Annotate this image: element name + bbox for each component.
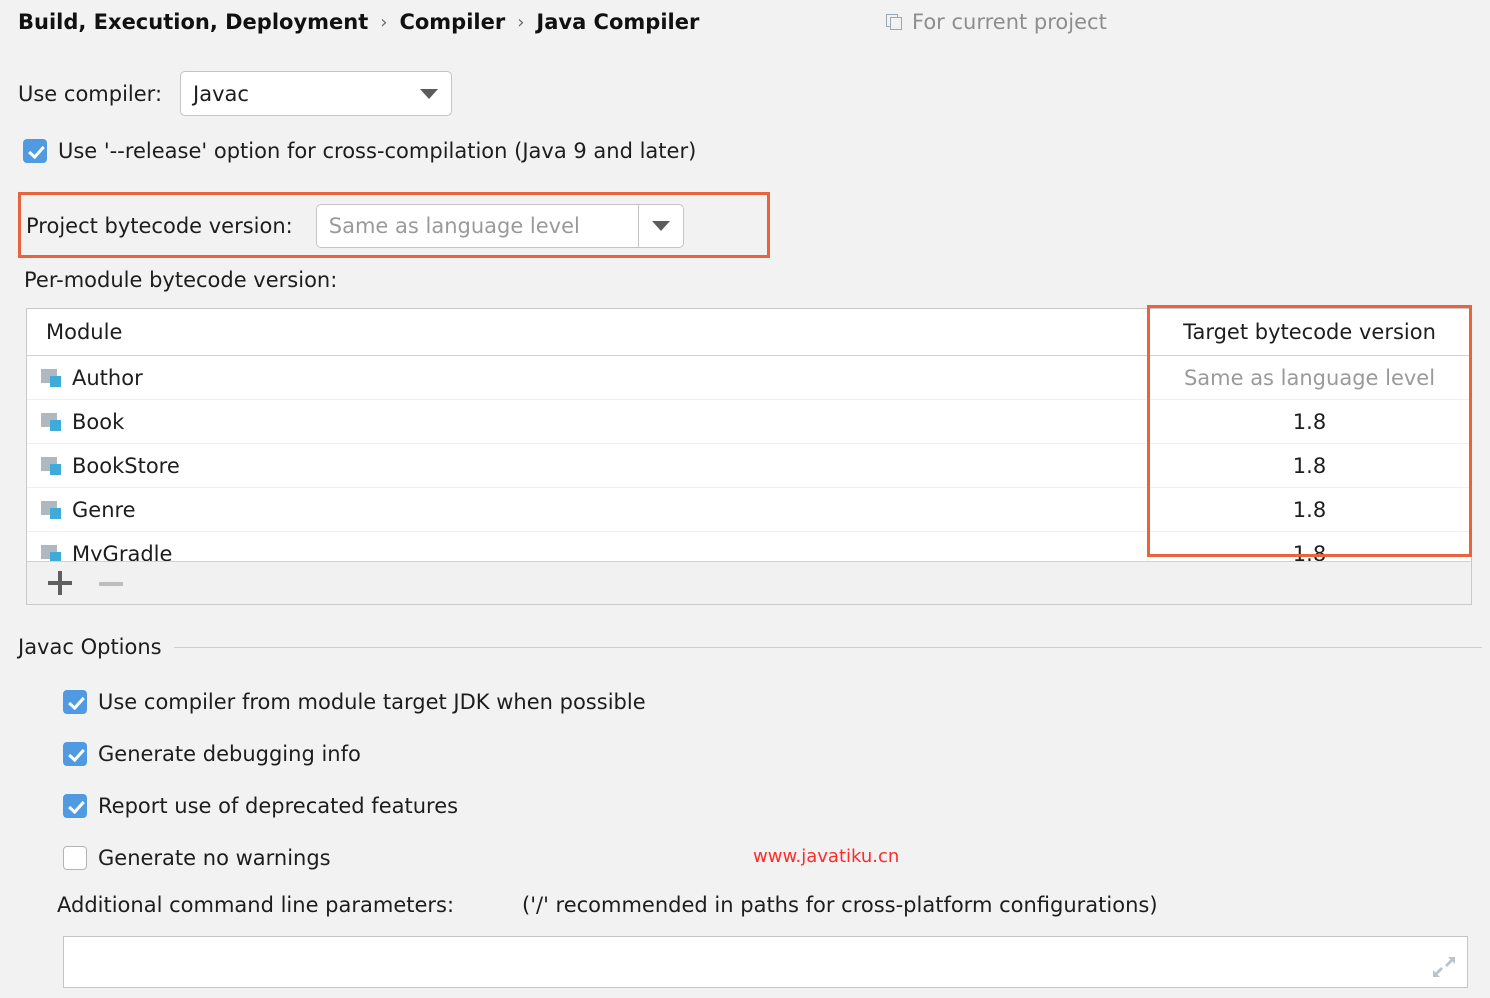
breadcrumb: Build, Execution, Deployment › Compiler … [18,6,699,38]
module-icon [41,455,63,476]
project-bytecode-row: Project bytecode version: Same as langua… [26,204,684,248]
table-row[interactable]: Genre 1.8 [27,488,1471,532]
section-divider [174,647,1482,648]
release-option-checkbox[interactable] [23,139,47,163]
module-name: Book [72,410,124,434]
per-module-table: Module Target bytecode version Author Sa… [26,308,1472,605]
release-option-row[interactable]: Use '--release' option for cross-compila… [23,139,696,163]
per-module-label: Per-module bytecode version: [24,268,337,292]
watermark: www.javatiku.cn [753,846,899,867]
module-icon [41,367,63,388]
cell-module[interactable]: Author [27,356,1147,399]
table-row[interactable]: Book 1.8 [27,400,1471,444]
cell-module[interactable]: Book [27,400,1147,443]
cell-module[interactable]: BookStore [27,444,1147,487]
module-icon [41,499,63,520]
additional-params-label: Additional command line parameters: [57,893,454,917]
option-deprecated-features-row[interactable]: Report use of deprecated features [63,794,458,818]
module-name: BookStore [72,454,180,478]
remove-module-button [95,566,129,600]
column-header-module[interactable]: Module [27,309,1147,355]
option-no-warnings-row[interactable]: Generate no warnings [63,846,331,870]
module-icon [41,411,63,432]
javac-options-title: Javac Options [0,635,174,659]
use-compiler-select[interactable]: Javac [180,71,452,116]
table-header: Module Target bytecode version [27,309,1471,356]
table-toolbar [27,561,1471,604]
copy-icon [886,14,903,31]
cell-module[interactable]: MyGradle [27,532,1147,561]
cell-target-bytecode[interactable]: 1.8 [1147,532,1471,561]
option-use-module-jdk-checkbox[interactable] [63,690,87,714]
option-deprecated-features-label: Report use of deprecated features [98,794,458,818]
cell-target-bytecode[interactable]: Same as language level [1147,356,1471,399]
additional-params-hint: ('/' recommended in paths for cross-plat… [522,893,1157,917]
add-module-button[interactable] [43,566,77,600]
option-debugging-info-checkbox[interactable] [63,742,87,766]
breadcrumb-item-build[interactable]: Build, Execution, Deployment [18,10,368,34]
additional-params-input[interactable] [63,936,1468,988]
release-option-label: Use '--release' option for cross-compila… [58,139,696,163]
scope-label: For current project [912,10,1107,34]
option-no-warnings-checkbox[interactable] [63,846,87,870]
column-header-target-bytecode[interactable]: Target bytecode version [1147,309,1471,355]
module-name: Genre [72,498,136,522]
table-row[interactable]: Author Same as language level [27,356,1471,400]
project-bytecode-label: Project bytecode version: [26,214,293,238]
option-deprecated-features-checkbox[interactable] [63,794,87,818]
module-name: MyGradle [72,542,172,562]
use-compiler-row: Use compiler: Javac [18,71,452,116]
chevron-down-icon [638,205,683,247]
use-compiler-value: Javac [181,82,407,106]
breadcrumb-item-compiler[interactable]: Compiler [399,10,505,34]
cell-module[interactable]: Genre [27,488,1147,531]
table-body[interactable]: Author Same as language level Book 1.8 B… [27,356,1471,561]
option-debugging-info-row[interactable]: Generate debugging info [63,742,361,766]
project-bytecode-select[interactable]: Same as language level [316,204,684,248]
breadcrumb-separator-icon: › [380,12,387,33]
module-name: Author [72,366,143,390]
chevron-down-icon [407,89,451,99]
option-no-warnings-label: Generate no warnings [98,846,331,870]
cell-target-bytecode[interactable]: 1.8 [1147,444,1471,487]
module-icon [41,543,63,561]
cell-target-bytecode[interactable]: 1.8 [1147,488,1471,531]
additional-params-label-row: Additional command line parameters: ('/'… [57,893,1158,917]
option-use-module-jdk-row[interactable]: Use compiler from module target JDK when… [63,690,646,714]
option-use-module-jdk-label: Use compiler from module target JDK when… [98,690,646,714]
cell-target-bytecode[interactable]: 1.8 [1147,400,1471,443]
javac-options-section-header: Javac Options [0,635,1490,659]
table-row[interactable]: MyGradle 1.8 [27,532,1471,561]
breadcrumb-item-java-compiler: Java Compiler [536,10,699,34]
scope-indicator[interactable]: For current project [886,7,1107,37]
use-compiler-label: Use compiler: [18,82,162,106]
per-module-row: Per-module bytecode version: [24,268,337,292]
project-bytecode-value: Same as language level [317,214,638,238]
table-row[interactable]: BookStore 1.8 [27,444,1471,488]
option-debugging-info-label: Generate debugging info [98,742,361,766]
breadcrumb-separator-icon: › [517,12,524,33]
expand-icon[interactable] [1431,954,1457,980]
